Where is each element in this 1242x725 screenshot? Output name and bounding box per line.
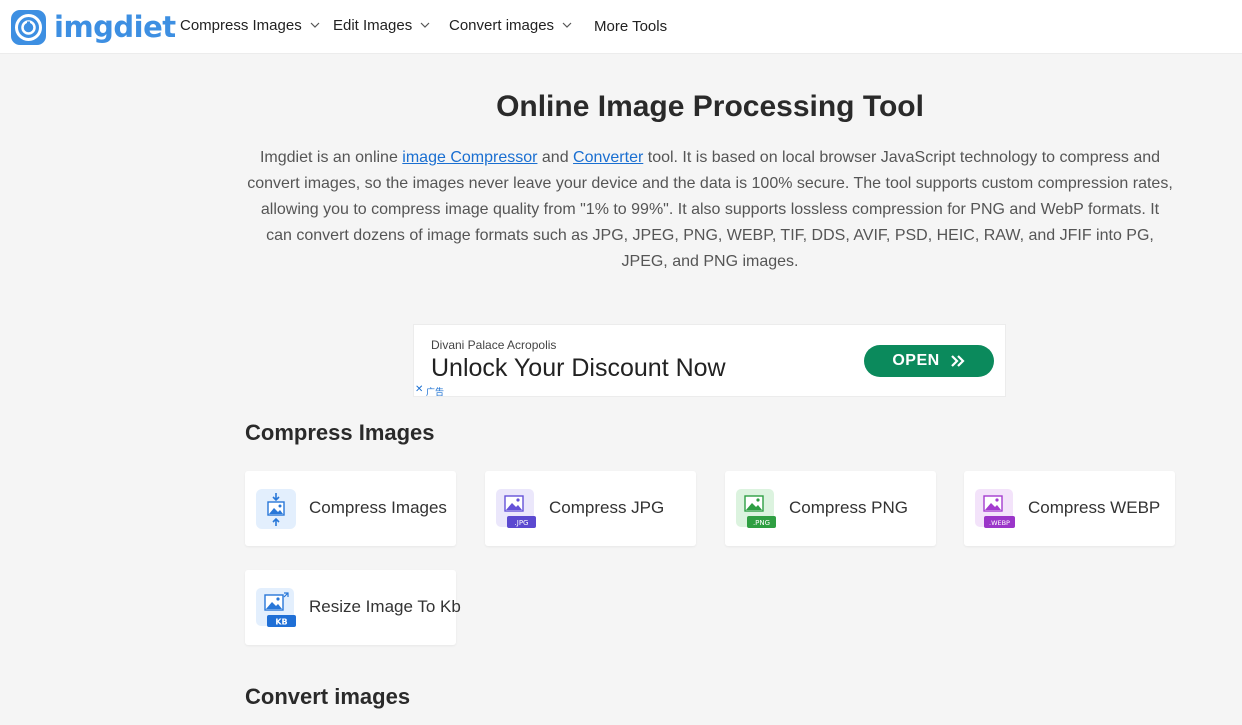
brand-name: imgdiet <box>54 9 176 44</box>
nav-compress-images[interactable]: Compress Images <box>180 14 320 36</box>
jpg-image-icon: .JPG <box>496 489 536 528</box>
intro-text: and <box>537 149 574 166</box>
tool-card-compress-images[interactable]: Compress Images <box>245 471 456 546</box>
intro-paragraph: Imgdiet is an online image Compressor an… <box>247 145 1173 275</box>
nav-label: Convert images <box>449 16 555 34</box>
tool-card-resize-to-kb[interactable]: KB Resize Image To Kb <box>245 570 461 645</box>
badge-text: KB <box>275 618 287 627</box>
ad-headline: Unlock Your Discount Now <box>431 354 726 382</box>
section-title-compress: Compress Images <box>245 420 435 445</box>
chevron-down-icon <box>562 22 572 28</box>
intro-text: tool. It is based on local browser JavaS… <box>247 149 1173 270</box>
intro-text: Imgdiet is an online <box>259 149 403 166</box>
webp-image-icon: .WEBP <box>975 489 1015 528</box>
converter-link[interactable]: Converter <box>573 149 643 166</box>
chevron-down-icon <box>420 22 430 28</box>
tool-card-compress-webp[interactable]: .WEBP Compress WEBP <box>964 471 1175 546</box>
tool-card-label: Resize Image To Kb <box>309 597 461 616</box>
tool-card-label: Compress PNG <box>789 498 909 517</box>
ad-close-icon[interactable]: ✕ <box>415 384 423 395</box>
ad-banner[interactable]: Divani Palace Acropolis Unlock Your Disc… <box>413 324 1006 397</box>
logo-icon <box>11 9 46 45</box>
nav-convert-images[interactable]: Convert images <box>449 14 572 36</box>
nav-label: Compress Images <box>180 16 302 34</box>
nav-label: More Tools <box>594 17 668 35</box>
ad-label: 广告 <box>426 387 445 397</box>
ad-open-label: OPEN <box>892 352 940 369</box>
section-title-convert: Convert images <box>245 684 411 709</box>
kb-image-icon: KB <box>256 588 296 627</box>
top-navbar: imgdiet Compress Images Edit Images Conv… <box>0 0 1242 54</box>
tool-card-compress-png[interactable]: .PNG Compress PNG <box>725 471 936 546</box>
badge-text: .WEBP <box>989 519 1010 527</box>
badge-text: .JPG <box>515 519 529 527</box>
badge-text: .PNG <box>753 519 770 527</box>
tool-card-label: Compress Images <box>309 498 447 517</box>
nav-edit-images[interactable]: Edit Images <box>333 14 430 36</box>
ad-advertiser: Divani Palace Acropolis <box>431 338 557 352</box>
image-compressor-link[interactable]: image Compressor <box>402 149 537 166</box>
page-title: Online Image Processing Tool <box>496 90 924 123</box>
chevron-down-icon <box>310 22 320 28</box>
tool-card-label: Compress WEBP <box>1028 498 1161 517</box>
nav-label: Edit Images <box>333 16 413 34</box>
compress-image-icon <box>256 489 296 529</box>
tool-card-label: Compress JPG <box>549 498 665 517</box>
double-chevron-right-icon <box>950 355 965 367</box>
logo-link[interactable]: imgdiet <box>10 8 176 46</box>
nav-more-tools[interactable]: More Tools <box>594 15 667 37</box>
tool-card-compress-jpg[interactable]: .JPG Compress JPG <box>485 471 696 546</box>
ad-open-button[interactable]: OPEN <box>864 345 994 377</box>
png-image-icon: .PNG <box>736 489 776 528</box>
